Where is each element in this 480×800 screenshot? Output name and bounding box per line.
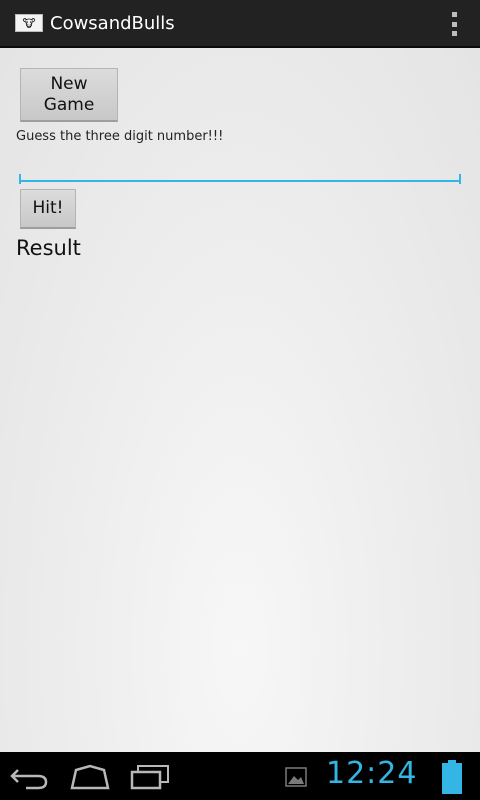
gallery-notification-icon[interactable]	[285, 767, 307, 787]
clock: 12:24	[326, 756, 418, 791]
app-title: CowsandBulls	[50, 12, 175, 34]
battery-icon	[442, 760, 462, 794]
navigation-bar: 12:24	[0, 752, 480, 800]
main-content: New Game Guess the three digit number!!!…	[0, 48, 480, 752]
action-bar: 🐮 CowsandBulls	[0, 0, 480, 48]
guess-input[interactable]	[19, 160, 461, 182]
hit-button[interactable]: Hit!	[20, 189, 76, 229]
new-game-button[interactable]: New Game	[20, 68, 118, 122]
guess-prompt: Guess the three digit number!!!	[16, 129, 224, 144]
home-icon[interactable]	[68, 762, 112, 790]
overflow-menu-icon[interactable]	[450, 12, 458, 36]
result-label: Result	[16, 236, 81, 260]
back-icon[interactable]	[8, 762, 50, 790]
recent-apps-icon[interactable]	[130, 762, 170, 790]
cows-and-bulls-logo-icon[interactable]: 🐮	[15, 14, 43, 32]
